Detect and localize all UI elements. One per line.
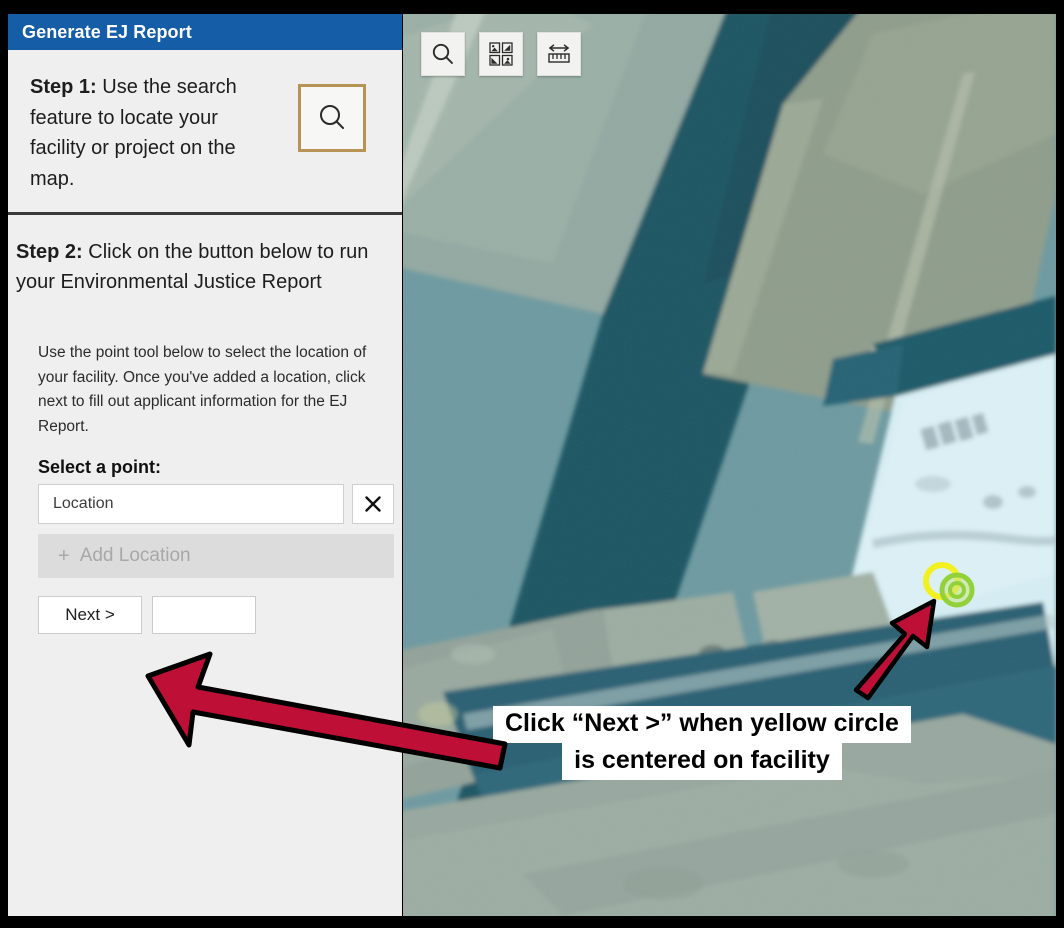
ruler-icon xyxy=(548,44,570,63)
map-view[interactable]: Click “Next >” when yellow circle is cen… xyxy=(403,14,1056,916)
add-location-button[interactable]: + Add Location xyxy=(38,534,394,579)
app-window: Generate EJ Report Step 1: Use the searc… xyxy=(0,0,1064,928)
step-1-label: Step 1: xyxy=(30,76,97,98)
annotation-callout: Click “Next >” when yellow circle is cen… xyxy=(493,706,911,780)
panel-button-row: Next > xyxy=(38,596,394,635)
map-toolbar xyxy=(421,32,581,76)
aerial-imagery xyxy=(403,14,1056,916)
secondary-button[interactable] xyxy=(152,596,256,635)
generate-ej-report-panel: Generate EJ Report Step 1: Use the searc… xyxy=(8,14,402,916)
callout-line-2: is centered on facility xyxy=(562,743,842,780)
basemap-gallery-button[interactable] xyxy=(479,32,523,76)
step-2-label: Step 2: xyxy=(16,241,83,264)
callout-line-1: Click “Next >” when yellow circle xyxy=(493,706,911,743)
search-tool-button[interactable] xyxy=(421,32,465,76)
plus-icon: + xyxy=(58,544,70,567)
close-icon xyxy=(365,496,381,513)
step-2-text: Step 2: Click on the button below to run… xyxy=(16,237,394,297)
clear-location-button[interactable] xyxy=(352,484,394,525)
location-row: Location xyxy=(38,484,394,525)
panel-header: Generate EJ Report xyxy=(8,14,402,50)
point-tool-helper-text: Use the point tool below to select the l… xyxy=(38,344,367,435)
search-tool-highlight-box[interactable] xyxy=(298,84,366,152)
select-a-point-label: Select a point: xyxy=(38,457,162,478)
step-1-text: Step 1: Use the search feature to locate… xyxy=(30,72,276,194)
basemap-grid-icon xyxy=(489,42,513,66)
next-button[interactable]: Next > xyxy=(38,596,142,635)
location-input[interactable]: Location xyxy=(38,484,344,525)
page-title: Generate EJ Report xyxy=(22,21,192,42)
step-2-section: Step 2: Click on the button below to run… xyxy=(8,215,402,635)
add-location-label: Add Location xyxy=(79,545,191,567)
search-icon xyxy=(432,43,453,64)
step-1-section: Step 1: Use the search feature to locate… xyxy=(8,50,402,216)
search-icon xyxy=(320,105,344,129)
measure-tool-button[interactable] xyxy=(537,32,581,76)
